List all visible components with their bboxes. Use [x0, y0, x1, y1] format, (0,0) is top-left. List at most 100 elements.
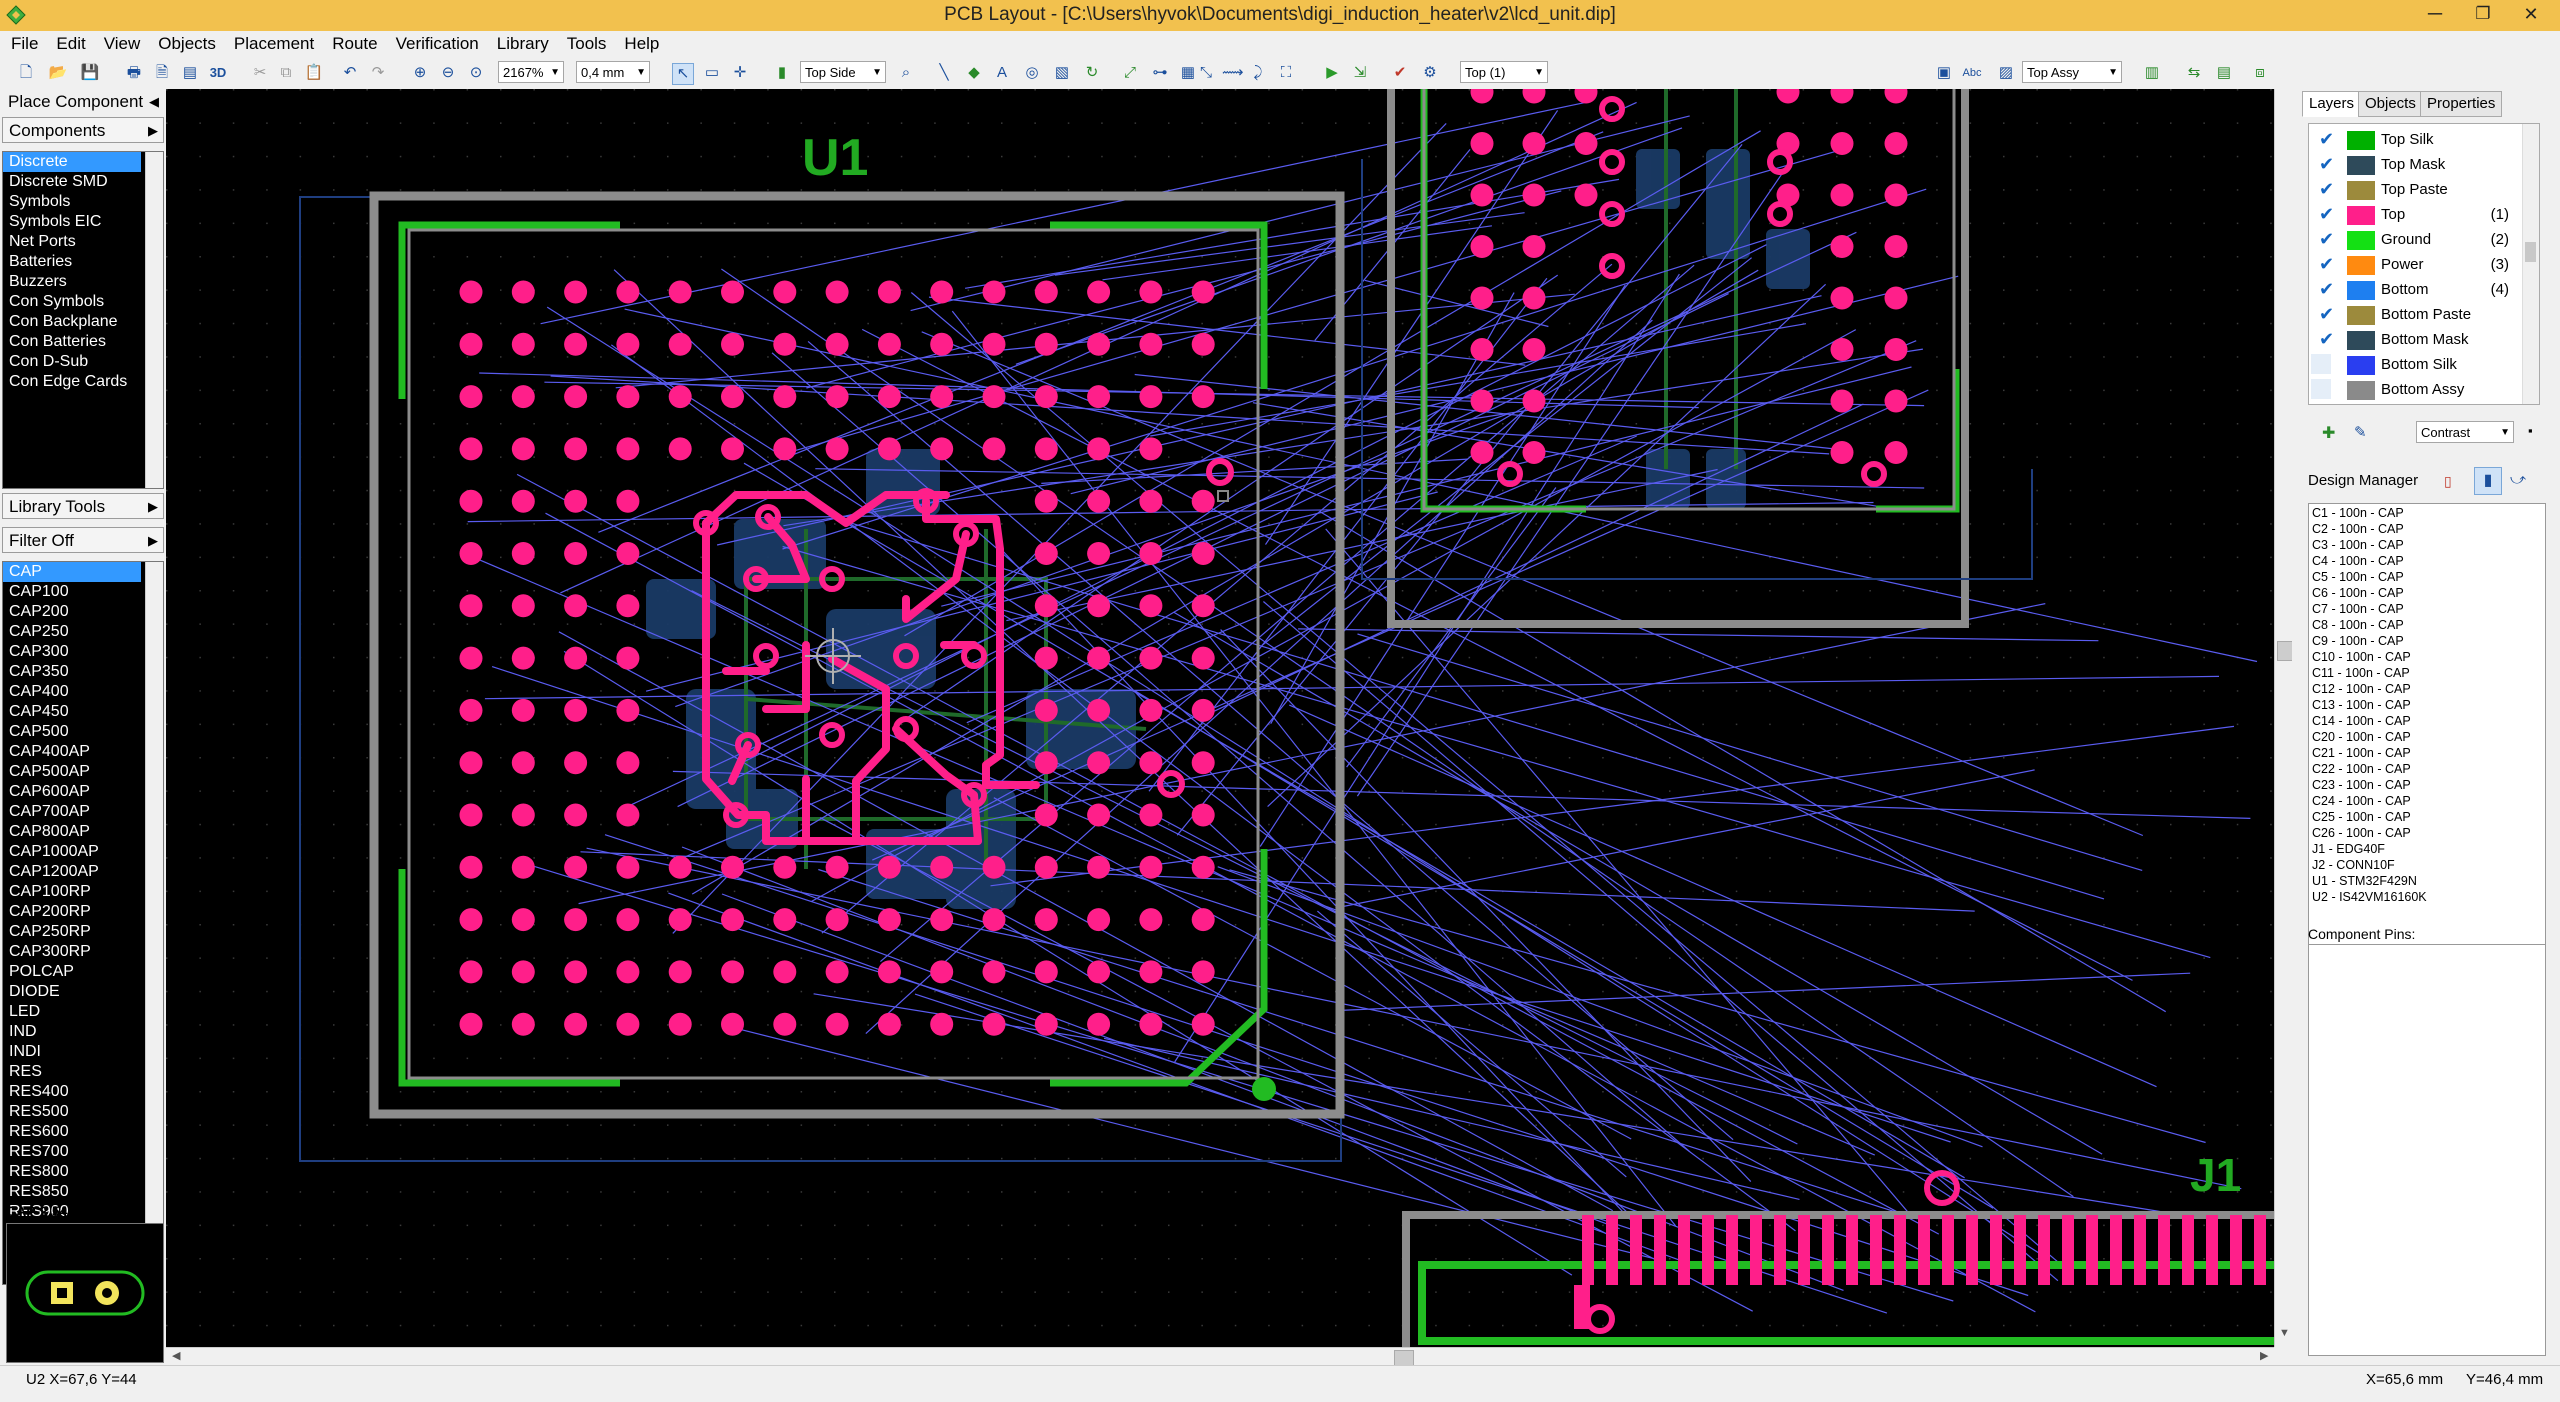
menu-library[interactable]: Library: [488, 31, 558, 57]
category-item[interactable]: Con Symbols: [3, 292, 163, 312]
part-item[interactable]: CAP1200AP: [3, 862, 163, 882]
layer-visibility-checkbox[interactable]: ✔: [2319, 129, 2334, 150]
component-list-item[interactable]: C5 - 100n - CAP: [2312, 569, 2542, 585]
layer-row[interactable]: ✔ Top Silk: [2309, 128, 2539, 153]
part-item[interactable]: CAP200: [3, 602, 163, 622]
layer-options-icon[interactable]: ▪: [2528, 423, 2533, 438]
category-item[interactable]: Buzzers: [3, 272, 163, 292]
component-list-item[interactable]: C21 - 100n - CAP: [2312, 745, 2542, 761]
layer-stack-icon[interactable]: ⧈: [2250, 63, 2270, 83]
part-item[interactable]: CAP100RP: [3, 882, 163, 902]
layer-row[interactable]: ✔ Bottom (4): [2309, 278, 2539, 303]
ratsnest-icon[interactable]: ⛶: [1276, 63, 1296, 83]
component-list-item[interactable]: C26 - 100n - CAP: [2312, 825, 2542, 841]
layer-color-swatch[interactable]: [2347, 281, 2375, 300]
component-list-item[interactable]: C14 - 100n - CAP: [2312, 713, 2542, 729]
part-item[interactable]: CAP250: [3, 622, 163, 642]
line-width-select[interactable]: 0,4 mm ▼: [576, 61, 650, 83]
canvas-horizontal-scrollbar[interactable]: ◀ ▶: [166, 1347, 2274, 1366]
autoroute-icon[interactable]: ⟿: [1222, 63, 1244, 83]
zoom-out-icon[interactable]: ⊖: [438, 63, 458, 83]
part-item[interactable]: RES500: [3, 1102, 163, 1122]
component-pins-list[interactable]: [2308, 944, 2546, 1356]
print-icon[interactable]: 🖶: [124, 63, 144, 83]
export-icon[interactable]: ⇲: [1350, 63, 1370, 83]
layer-row[interactable]: ✔ Bottom Mask: [2309, 328, 2539, 353]
layers-list[interactable]: ✔ Top Silk ✔ Top Mask ✔ Top Paste ✔ Top (1) ✔ Grou…: [2308, 123, 2540, 405]
place-component-header[interactable]: Place Component ◀: [2, 89, 164, 115]
component-list-item[interactable]: J2 - CONN10F: [2312, 857, 2542, 873]
components-header[interactable]: Components ▶: [2, 117, 164, 143]
layer-color-swatch[interactable]: [2347, 156, 2375, 175]
part-scrollbar[interactable]: [145, 562, 163, 1284]
assembly-icon[interactable]: ▣: [1934, 63, 1954, 83]
component-list-item[interactable]: C10 - 100n - CAP: [2312, 649, 2542, 665]
category-item[interactable]: Con Edge Cards: [3, 372, 163, 392]
assy-select[interactable]: Top Assy ▼: [2022, 61, 2122, 83]
layer-select[interactable]: Top (1) ▼: [1460, 61, 1548, 83]
menu-file[interactable]: File: [2, 31, 47, 57]
component-list-item[interactable]: C6 - 100n - CAP: [2312, 585, 2542, 601]
layer-color-swatch[interactable]: [2347, 256, 2375, 275]
part-item[interactable]: CAP500: [3, 722, 163, 742]
canvas-vertical-scrollbar[interactable]: ▼: [2274, 89, 2293, 1347]
dimension-icon[interactable]: ⊶: [1150, 63, 1170, 83]
component-list-item[interactable]: C8 - 100n - CAP: [2312, 617, 2542, 633]
component-list-item[interactable]: C22 - 100n - CAP: [2312, 761, 2542, 777]
unroute-icon[interactable]: ⤸: [1248, 63, 1268, 83]
edit-layer-icon[interactable]: ✎: [2354, 423, 2367, 441]
print-preview-icon[interactable]: 🗎: [152, 63, 172, 83]
minimize-button[interactable]: ─: [2412, 0, 2458, 28]
layer-visibility-checkbox[interactable]: [2311, 354, 2331, 374]
component-list-item[interactable]: U1 - STM32F429N: [2312, 873, 2542, 889]
component-list-item[interactable]: C12 - 100n - CAP: [2312, 681, 2542, 697]
menu-edit[interactable]: Edit: [47, 31, 94, 57]
close-button[interactable]: ✕: [2508, 0, 2554, 28]
menu-placement[interactable]: Placement: [225, 31, 323, 57]
part-list[interactable]: CAP CAP100 CAP200 CAP250 CAP300 CAP350 CAP400 C…: [2, 561, 164, 1285]
part-item[interactable]: CAP1000AP: [3, 842, 163, 862]
part-item[interactable]: CAP700AP: [3, 802, 163, 822]
refresh-icon[interactable]: ↻: [1082, 63, 1102, 83]
category-scrollbar[interactable]: [145, 152, 163, 488]
component-list-item[interactable]: C2 - 100n - CAP: [2312, 521, 2542, 537]
layer-row[interactable]: ✔ Top Mask: [2309, 153, 2539, 178]
layer-color-swatch[interactable]: [2347, 131, 2375, 150]
new-file-icon[interactable]: 🗋: [16, 63, 36, 83]
layer-row[interactable]: ✔ Ground (2): [2309, 228, 2539, 253]
text-tool-icon[interactable]: A: [992, 63, 1012, 83]
dm-filter-icon[interactable]: ▯: [2444, 473, 2452, 490]
menu-tools[interactable]: Tools: [558, 31, 616, 57]
layers-scrollbar[interactable]: [2522, 124, 2539, 404]
check-icon[interactable]: ✔: [1390, 63, 1410, 83]
category-item[interactable]: Batteries: [3, 252, 163, 272]
layer-visibility-checkbox[interactable]: ✔: [2319, 229, 2334, 250]
category-item[interactable]: Con Backplane: [3, 312, 163, 332]
layer-color-swatch[interactable]: [2347, 231, 2375, 250]
layer-color-swatch[interactable]: [2347, 381, 2375, 400]
component-list-item[interactable]: C3 - 100n - CAP: [2312, 537, 2542, 553]
part-item[interactable]: INDI: [3, 1042, 163, 1062]
layer-visibility-checkbox[interactable]: ✔: [2319, 204, 2334, 225]
part-item[interactable]: CAP250RP: [3, 922, 163, 942]
part-item[interactable]: DIODE: [3, 982, 163, 1002]
layer-row[interactable]: ✔ Top (1): [2309, 203, 2539, 228]
h-scroll-thumb[interactable]: [1394, 1350, 1414, 1366]
component-list-item[interactable]: C24 - 100n - CAP: [2312, 793, 2542, 809]
route-line-icon[interactable]: ╲: [934, 63, 954, 83]
library-tools-header[interactable]: Library Tools ▶: [2, 493, 164, 519]
layer-row[interactable]: Bottom Assy: [2309, 378, 2539, 403]
tab-properties[interactable]: Properties: [2420, 91, 2503, 117]
layer-visibility-checkbox[interactable]: ✔: [2319, 329, 2334, 350]
add-layer-icon[interactable]: ✚: [2322, 423, 2335, 443]
part-item[interactable]: CAP400: [3, 682, 163, 702]
select-pointer-icon[interactable]: ↖: [672, 63, 694, 85]
component-list-item[interactable]: J1 - EDG40F: [2312, 841, 2542, 857]
part-item[interactable]: CAP: [3, 562, 141, 582]
menu-route[interactable]: Route: [323, 31, 386, 57]
layer-visibility-checkbox[interactable]: ✔: [2319, 279, 2334, 300]
component-list-item[interactable]: C1 - 100n - CAP: [2312, 505, 2542, 521]
spellcheck-icon[interactable]: Abc: [1962, 63, 1982, 83]
board-icon[interactable]: ▥: [2142, 63, 2162, 83]
cut-icon[interactable]: ✂: [250, 63, 270, 83]
